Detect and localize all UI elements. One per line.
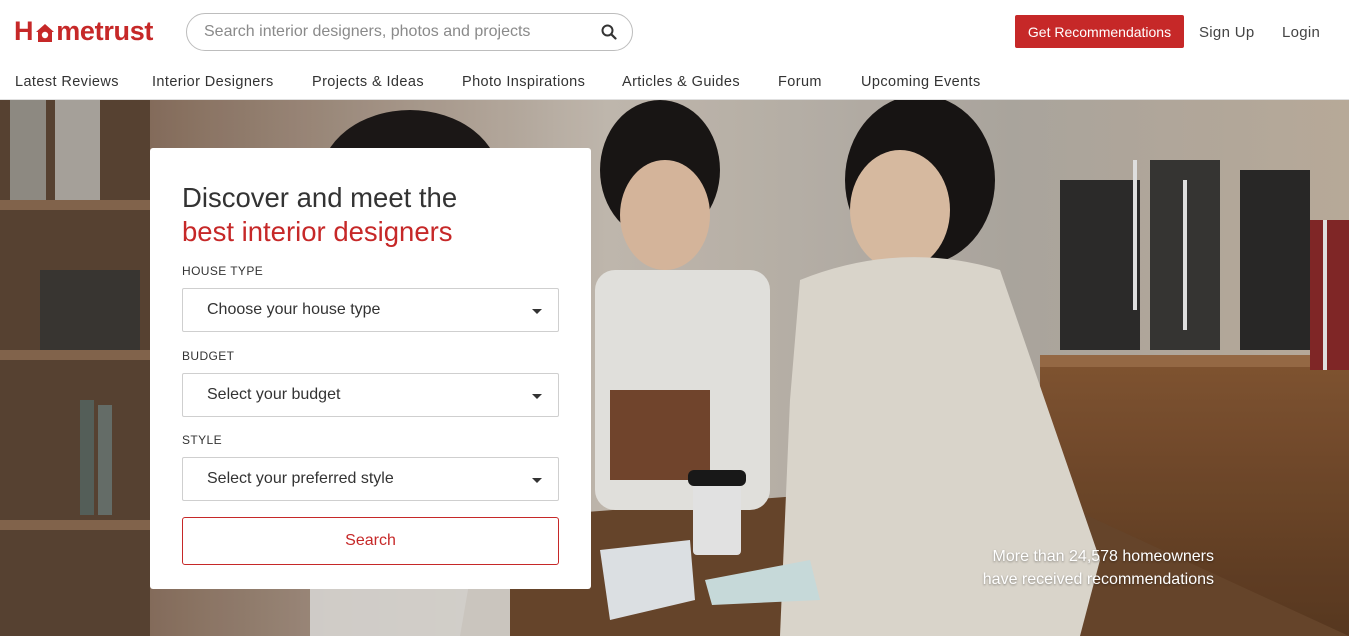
nav-item-forum[interactable]: Forum xyxy=(778,74,822,90)
house-type-label: HOUSE TYPE xyxy=(182,264,264,278)
hero-heading-line2: best interior designers xyxy=(182,216,453,247)
stat-line1: More than 24,578 homeowners xyxy=(992,548,1214,565)
search-input[interactable] xyxy=(204,23,600,41)
homeowners-stat: More than 24,578 homeowners have receive… xyxy=(983,545,1214,591)
nav-item-latest-reviews[interactable]: Latest Reviews xyxy=(15,74,119,90)
site-search[interactable] xyxy=(186,13,633,51)
logo-text: metrust xyxy=(56,16,154,46)
chevron-down-icon xyxy=(532,394,542,399)
nav-item-upcoming-events[interactable]: Upcoming Events xyxy=(861,74,981,90)
style-label: STYLE xyxy=(182,433,223,447)
budget-select[interactable]: Select your budget xyxy=(182,373,559,417)
nav-item-interior-designers[interactable]: Interior Designers xyxy=(152,74,274,90)
get-recommendations-button[interactable]: Get Recommendations xyxy=(1015,15,1184,48)
main-nav: Latest Reviews Interior Designers Projec… xyxy=(0,64,1349,100)
nav-item-photo-inspirations[interactable]: Photo Inspirations xyxy=(462,74,585,90)
hero-heading: Discover and meet the best interior desi… xyxy=(182,181,457,249)
budget-value: Select your budget xyxy=(207,386,341,403)
style-value: Select your preferred style xyxy=(207,470,394,487)
designer-search-card: Discover and meet the best interior desi… xyxy=(150,148,591,589)
chevron-down-icon xyxy=(532,309,542,314)
hero-heading-line1: Discover and meet the xyxy=(182,182,458,213)
chevron-down-icon xyxy=(532,478,542,483)
login-link[interactable]: Login xyxy=(1282,24,1320,41)
nav-item-articles-guides[interactable]: Articles & Guides xyxy=(622,74,740,90)
house-icon xyxy=(34,21,56,43)
site-header: H H metrust Get Recommendations Sign Up … xyxy=(0,0,1349,64)
hometrust-logo[interactable]: H H metrust xyxy=(14,16,153,47)
house-type-select[interactable]: Choose your house type xyxy=(182,288,559,332)
nav-item-projects-ideas[interactable]: Projects & Ideas xyxy=(312,74,424,90)
search-button[interactable]: Search xyxy=(182,517,559,565)
stat-line2: have received recommendations xyxy=(982,571,1214,588)
sign-up-link[interactable]: Sign Up xyxy=(1199,24,1254,41)
house-type-value: Choose your house type xyxy=(207,301,381,318)
style-select[interactable]: Select your preferred style xyxy=(182,457,559,501)
search-icon[interactable] xyxy=(600,23,618,41)
budget-label: BUDGET xyxy=(182,349,235,363)
